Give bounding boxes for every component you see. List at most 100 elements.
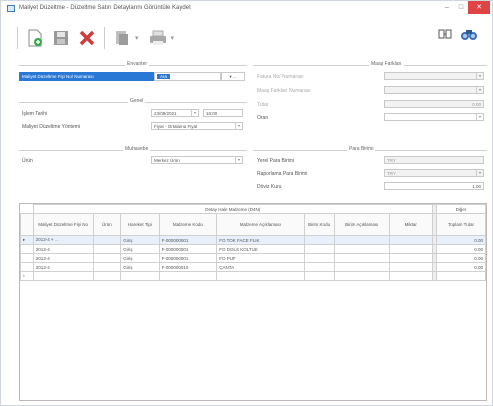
- table-cell[interactable]: [333, 244, 390, 254]
- row-indicator-header: [20, 213, 34, 236]
- table-cell[interactable]: [303, 244, 335, 254]
- chevron-down-icon[interactable]: ▾ ...: [51, 237, 58, 242]
- table-cell[interactable]: [388, 253, 433, 263]
- table-cell[interactable]: [388, 271, 433, 281]
- table-cell[interactable]: [333, 253, 390, 263]
- table-cell[interactable]: ÇANTA: [216, 262, 305, 272]
- currency-row-field[interactable]: TRY ▾: [384, 169, 484, 177]
- chevron-down-icon[interactable]: ▾: [191, 110, 198, 116]
- currency-row-label: Raporlama Para Birimi: [257, 171, 308, 177]
- table-cell[interactable]: [333, 235, 390, 245]
- row-indicator: [20, 262, 34, 272]
- print-preview-icon[interactable]: [112, 28, 132, 48]
- product-select[interactable]: Merkez Ürün ▾: [151, 156, 243, 164]
- currency-row-field[interactable]: TRY: [384, 156, 484, 164]
- find-icon[interactable]: [460, 28, 478, 44]
- table-cell[interactable]: [92, 271, 122, 281]
- table-cell[interactable]: 2013-4: [32, 262, 94, 272]
- table-cell[interactable]: [303, 235, 335, 245]
- table-cell[interactable]: [158, 271, 218, 281]
- table-cell[interactable]: [388, 244, 433, 254]
- table-cell[interactable]: [216, 271, 305, 281]
- close-button[interactable]: ✕: [468, 1, 490, 14]
- layout-icon[interactable]: [438, 28, 452, 44]
- table-cell[interactable]: [388, 262, 433, 272]
- vat-row-field[interactable]: ▾: [384, 113, 484, 121]
- table-cell[interactable]: 0.00: [435, 244, 487, 254]
- date-field[interactable]: 23/09/2021 ▾: [151, 109, 199, 117]
- table-cell[interactable]: [333, 271, 390, 281]
- chevron-down-icon[interactable]: ▾: [235, 157, 242, 163]
- table-cell[interactable]: [92, 253, 122, 263]
- chevron-down-icon[interactable]: ▾: [235, 123, 242, 129]
- table-cell[interactable]: [92, 235, 122, 245]
- inventory-dropdown-button[interactable]: ▾ ...: [221, 72, 245, 81]
- table-row[interactable]: 2013-4 Giriş F-000000010 ÇANTA 0.00: [20, 262, 487, 272]
- table-cell[interactable]: Giriş: [120, 244, 160, 254]
- column-header[interactable]: Birim Kodu: [303, 213, 335, 236]
- table-cell[interactable]: [303, 271, 335, 281]
- method-select[interactable]: Fiyat - Ortalama Fiyat ▾: [151, 122, 243, 130]
- table-cell[interactable]: [388, 235, 433, 245]
- chevron-down-icon[interactable]: ▾: [171, 34, 175, 42]
- table-cell[interactable]: [32, 271, 94, 281]
- table-cell[interactable]: FO DOLS KOLTUK: [216, 244, 305, 254]
- table-cell[interactable]: [333, 262, 390, 272]
- column-header[interactable]: Maliyet Düzeltme Fişi No: [32, 213, 94, 236]
- chevron-down-icon[interactable]: ▾: [135, 34, 139, 42]
- vat-row-field[interactable]: ▾: [384, 86, 484, 94]
- column-header[interactable]: Malzeme Kodu: [158, 213, 218, 236]
- delete-icon[interactable]: [77, 28, 97, 48]
- vat-row-field[interactable]: ▾: [384, 72, 484, 80]
- table-cell[interactable]: 0.00: [435, 235, 487, 245]
- minimize-button[interactable]: –: [440, 1, 454, 14]
- column-header[interactable]: Birim Açıklaması: [333, 213, 390, 236]
- table-cell[interactable]: [303, 253, 335, 263]
- table-cell[interactable]: F-000000001: [158, 244, 218, 254]
- detail-table: Detay Hale Malzeme (D4N) Diğer Maliyet D…: [20, 204, 487, 281]
- table-cell[interactable]: F-000000001: [158, 235, 218, 245]
- table-cell[interactable]: [303, 262, 335, 272]
- table-cell[interactable]: FO PUF: [216, 253, 305, 263]
- table-cell[interactable]: [92, 244, 122, 254]
- table-cell[interactable]: Giriş: [120, 262, 160, 272]
- row-indicator-header: [21, 205, 34, 214]
- vat-row-label: Oran: [257, 115, 269, 121]
- vat-row-field[interactable]: 0.00: [384, 100, 484, 108]
- print-icon[interactable]: [148, 28, 168, 48]
- column-header[interactable]: Toplam Tutar: [435, 213, 487, 236]
- vat-row-label: Maaş Farkları Numarası: [257, 88, 311, 94]
- table-cell[interactable]: 0.00: [435, 253, 487, 263]
- table-cell[interactable]: Giriş: [120, 235, 160, 245]
- table-cell[interactable]: [435, 271, 487, 281]
- table-cell[interactable]: 2013-4: [32, 244, 94, 254]
- inventory-field[interactable]: Ara: [154, 72, 221, 81]
- table-row[interactable]: 2013-4 Giriş F-000000001 FO DOLS KOLTUK …: [20, 244, 487, 254]
- chevron-down-icon[interactable]: ▾: [476, 170, 483, 176]
- table-cell[interactable]: [120, 271, 160, 281]
- column-header[interactable]: Miktar: [388, 213, 433, 236]
- table-cell[interactable]: F-000000010: [158, 262, 218, 272]
- table-cell[interactable]: F-000000001: [158, 253, 218, 263]
- table-row[interactable]: ▸ 2013-4 ▾ ... Giriş F-000000001 FO TOK …: [20, 235, 487, 245]
- table-cell[interactable]: [92, 262, 122, 272]
- column-header[interactable]: Hareket Tipi: [120, 213, 160, 236]
- table-cell[interactable]: 2013-4 ▾ ...: [32, 235, 94, 245]
- other-header: Diğer: [435, 204, 487, 214]
- chevron-down-icon[interactable]: ▾: [476, 73, 483, 79]
- column-header[interactable]: Ürün: [92, 213, 122, 236]
- column-header[interactable]: Malzeme Açıklaması: [216, 213, 305, 236]
- new-document-icon[interactable]: [25, 28, 45, 48]
- maximize-button[interactable]: □: [454, 1, 468, 14]
- table-cell[interactable]: 2013-4: [32, 253, 94, 263]
- table-cell[interactable]: FO TOK FACE FLIK: [216, 235, 305, 245]
- new-row[interactable]: *: [20, 271, 487, 281]
- table-cell[interactable]: 0.00: [435, 262, 487, 272]
- chevron-down-icon[interactable]: ▾: [476, 87, 483, 93]
- save-icon[interactable]: [51, 28, 71, 48]
- chevron-down-icon[interactable]: ▾: [476, 114, 483, 120]
- table-row[interactable]: 2013-4 Giriş F-000000001 FO PUF 0.00: [20, 253, 487, 263]
- table-cell[interactable]: Giriş: [120, 253, 160, 263]
- currency-row-field[interactable]: 1.00: [384, 182, 484, 190]
- time-field[interactable]: 16:00: [203, 109, 243, 117]
